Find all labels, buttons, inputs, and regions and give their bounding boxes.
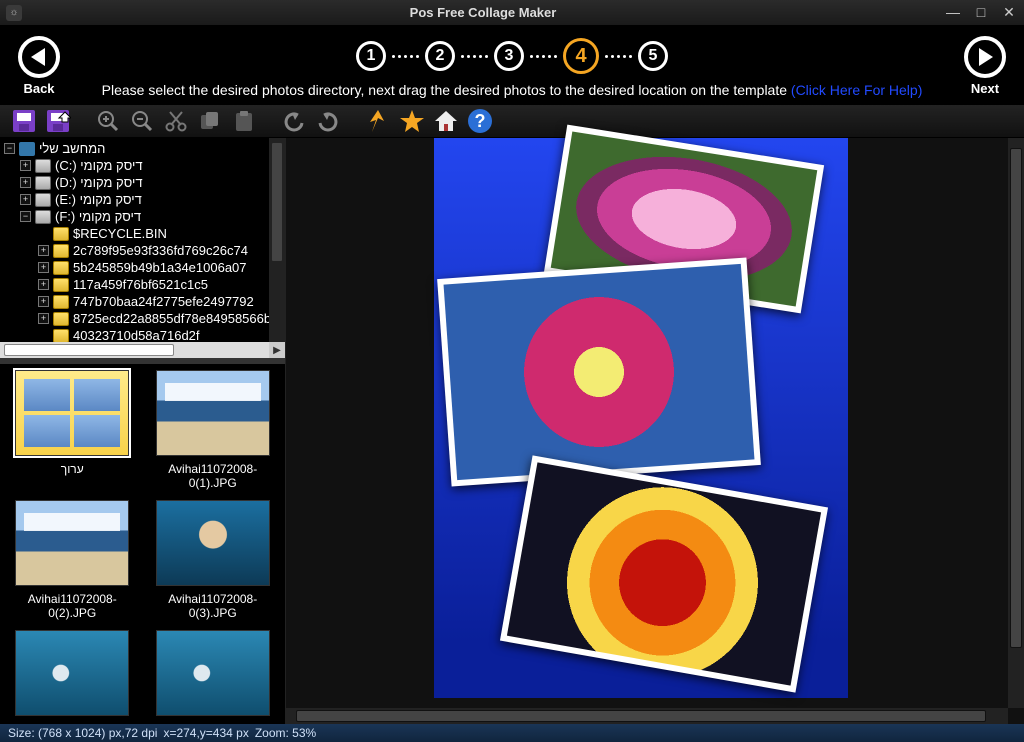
folder-icon	[53, 312, 69, 326]
step-1[interactable]: 1	[356, 41, 386, 71]
left-panel: − המחשב שלי + (C:) דיסק מקומי + (D:) דיס…	[0, 138, 286, 724]
tree-drive-d[interactable]: + (D:) דיסק מקומי	[4, 174, 281, 191]
thumbnail-label: Avihai11072008-0(1).JPG	[153, 462, 273, 490]
drive-icon	[35, 176, 51, 190]
favorite-button[interactable]	[398, 107, 426, 135]
thumbnail-item[interactable]: Avihai11072008-0(2).JPG	[4, 500, 141, 620]
wizard-header: Back 1 2 3 4 5 Please select the desired…	[0, 26, 1024, 104]
tree-drive-e[interactable]: + (E:) דיסק מקומי	[4, 191, 281, 208]
home-button[interactable]	[432, 107, 460, 135]
next-label: Next	[971, 81, 999, 96]
thumbnail-image[interactable]	[15, 370, 129, 456]
main-area: − המחשב שלי + (C:) דיסק מקומי + (D:) דיס…	[0, 138, 1024, 724]
window-title: Pos Free Collage Maker	[22, 5, 944, 20]
thumbnail-label: Avihai11072008-0(3).JPG	[153, 592, 273, 620]
thumbnail-item[interactable]	[145, 630, 282, 722]
folder-icon	[53, 295, 69, 309]
step-3[interactable]: 3	[494, 41, 524, 71]
save-as-button[interactable]	[44, 107, 72, 135]
redo-button[interactable]	[314, 107, 342, 135]
app-icon: ☼	[6, 5, 22, 21]
wizard-instruction: Please select the desired photos directo…	[102, 82, 923, 98]
thumbnail-image[interactable]	[156, 630, 270, 716]
canvas-area[interactable]	[286, 138, 1024, 724]
computer-icon	[19, 142, 35, 156]
thumbnail-item[interactable]: ערוך	[4, 370, 141, 490]
folder-icon	[53, 261, 69, 275]
thumbnail-item[interactable]: Avihai11072008-0(1).JPG	[145, 370, 282, 490]
close-button[interactable]: ✕	[1000, 4, 1018, 21]
help-link[interactable]: (Click Here For Help)	[791, 82, 922, 98]
folder-icon	[53, 227, 69, 241]
undo-button[interactable]	[280, 107, 308, 135]
folder-icon	[53, 329, 69, 343]
copy-button[interactable]	[196, 107, 224, 135]
thumbnail-label: ערוך	[61, 462, 84, 476]
status-zoom: Zoom: 53%	[255, 726, 316, 740]
tree-root[interactable]: − המחשב שלי	[4, 140, 281, 157]
back-button[interactable]: Back	[18, 36, 60, 96]
thumbnail-image[interactable]	[15, 500, 129, 586]
folder-icon	[53, 278, 69, 292]
drive-icon	[35, 193, 51, 207]
thumbnail-image[interactable]	[15, 630, 129, 716]
cut-button[interactable]	[162, 107, 190, 135]
effects-button[interactable]	[364, 107, 392, 135]
thumbnail-label: Avihai11072008-0(2).JPG	[12, 592, 132, 620]
thumbnail-image[interactable]	[156, 500, 270, 586]
collage-photo-3[interactable]	[500, 455, 828, 692]
collage-canvas[interactable]	[434, 138, 848, 698]
tree-folder[interactable]: + 747b70baa24f2775efe2497792	[4, 293, 281, 310]
tree-folder[interactable]: + 5b245859b49b1a34e1006a07	[4, 259, 281, 276]
tree-drive-c[interactable]: + (C:) דיסק מקומי	[4, 157, 281, 174]
collage-photo-2[interactable]	[437, 257, 761, 486]
tree-drive-f[interactable]: − (F:) דיסק מקומי	[4, 208, 281, 225]
minimize-button[interactable]: —	[944, 4, 962, 21]
drive-icon	[35, 210, 51, 224]
step-2[interactable]: 2	[425, 41, 455, 71]
step-4[interactable]: 4	[563, 38, 599, 74]
paste-button[interactable]	[230, 107, 258, 135]
zoom-in-button[interactable]	[94, 107, 122, 135]
zoom-out-button[interactable]	[128, 107, 156, 135]
maximize-button[interactable]: □	[972, 4, 990, 21]
canvas-scrollbar-horizontal[interactable]	[286, 708, 1008, 724]
step-5[interactable]: 5	[638, 41, 668, 71]
tree-folder[interactable]: + 117a459f76bf6521c1c5	[4, 276, 281, 293]
folder-tree[interactable]: − המחשב שלי + (C:) דיסק מקומי + (D:) דיס…	[0, 138, 285, 358]
back-label: Back	[23, 81, 54, 96]
svg-text:?: ?	[475, 111, 486, 131]
status-bar: Size: (768 x 1024) px,72 dpi x=274,y=434…	[0, 724, 1024, 742]
wizard-steps: 1 2 3 4 5	[356, 38, 668, 74]
titlebar: ☼ Pos Free Collage Maker — □ ✕	[0, 0, 1024, 26]
help-button[interactable]: ?	[466, 107, 494, 135]
folder-icon	[53, 244, 69, 258]
thumbnail-item[interactable]	[4, 630, 141, 722]
tree-scrollbar-horizontal[interactable]: ▶	[0, 342, 269, 358]
tree-folder[interactable]: $RECYCLE.BIN	[4, 225, 281, 242]
drive-icon	[35, 159, 51, 173]
arrow-right-icon	[979, 48, 993, 66]
status-coords: x=274,y=434 px	[163, 726, 248, 740]
canvas-scrollbar-vertical[interactable]	[1008, 138, 1024, 708]
thumbnail-item[interactable]: Avihai11072008-0(3).JPG	[145, 500, 282, 620]
toolbar: ?	[0, 104, 1024, 138]
status-size: Size: (768 x 1024) px,72 dpi	[8, 726, 157, 740]
tree-folder[interactable]: + 8725ecd22a8855df78e84958566b0ea	[4, 310, 281, 327]
save-button[interactable]	[10, 107, 38, 135]
thumbnail-panel: ערוך Avihai11072008-0(1).JPG Avihai1107200…	[0, 364, 285, 724]
tree-scrollbar-vertical[interactable]	[269, 138, 285, 342]
next-button[interactable]: Next	[964, 36, 1006, 96]
arrow-left-icon	[31, 48, 45, 66]
tree-folder[interactable]: + 2c789f95e93f336fd769c26c74	[4, 242, 281, 259]
thumbnail-image[interactable]	[156, 370, 270, 456]
